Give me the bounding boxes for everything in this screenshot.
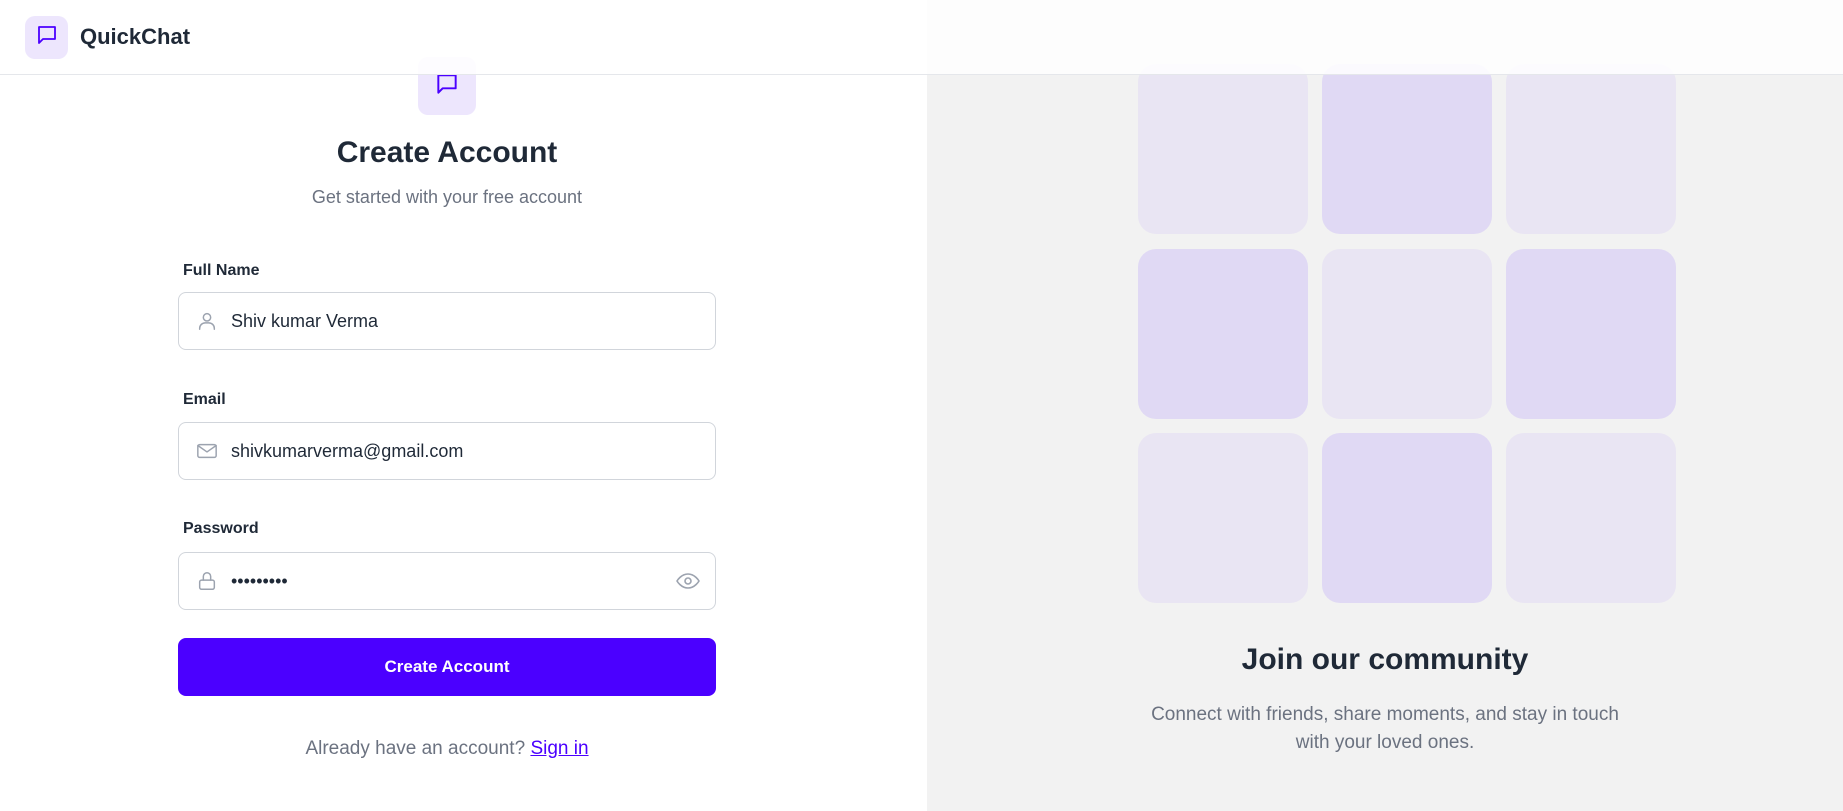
top-bar: QuickChat [0, 0, 1843, 75]
community-text: Connect with friends, share moments, and… [1151, 704, 1619, 753]
user-icon [195, 309, 219, 333]
chat-bubble-icon [434, 71, 460, 102]
eye-icon[interactable] [675, 568, 701, 594]
create-account-button[interactable]: Create Account [178, 638, 716, 696]
email-label: Email [183, 391, 226, 408]
tile-4 [1138, 249, 1308, 419]
password-label: Password [183, 520, 259, 537]
tile-3 [1506, 64, 1676, 234]
full-name-label: Full Name [183, 262, 260, 279]
app-name[interactable]: QuickChat [80, 24, 190, 50]
tile-7 [1138, 433, 1308, 603]
email-input[interactable] [231, 423, 715, 479]
page-title: Create Account [336, 136, 558, 169]
tile-8 [1322, 433, 1492, 603]
signup-panel: Create Account Get started with your fre… [0, 0, 927, 811]
password-field[interactable] [178, 552, 716, 610]
mail-icon [195, 439, 219, 463]
tile-1 [1138, 64, 1308, 234]
full-name-input[interactable] [231, 293, 715, 349]
community-title: Join our community [1241, 643, 1529, 676]
signin-prompt: Already have an account? [305, 738, 526, 759]
signin-row: Already have an account? Sign in [0, 738, 894, 760]
tile-5 [1322, 249, 1492, 419]
chat-bubble-icon [35, 23, 59, 52]
signin-link[interactable]: Sign in [530, 738, 588, 759]
tile-9 [1506, 433, 1676, 603]
full-name-field[interactable] [178, 292, 716, 350]
page-subtitle: Get started with your free account [311, 187, 583, 207]
tile-2 [1322, 64, 1492, 234]
email-field[interactable] [178, 422, 716, 480]
app-logo[interactable] [25, 15, 68, 59]
tile-6 [1506, 249, 1676, 419]
lock-icon [195, 569, 219, 593]
password-input[interactable] [231, 553, 675, 609]
